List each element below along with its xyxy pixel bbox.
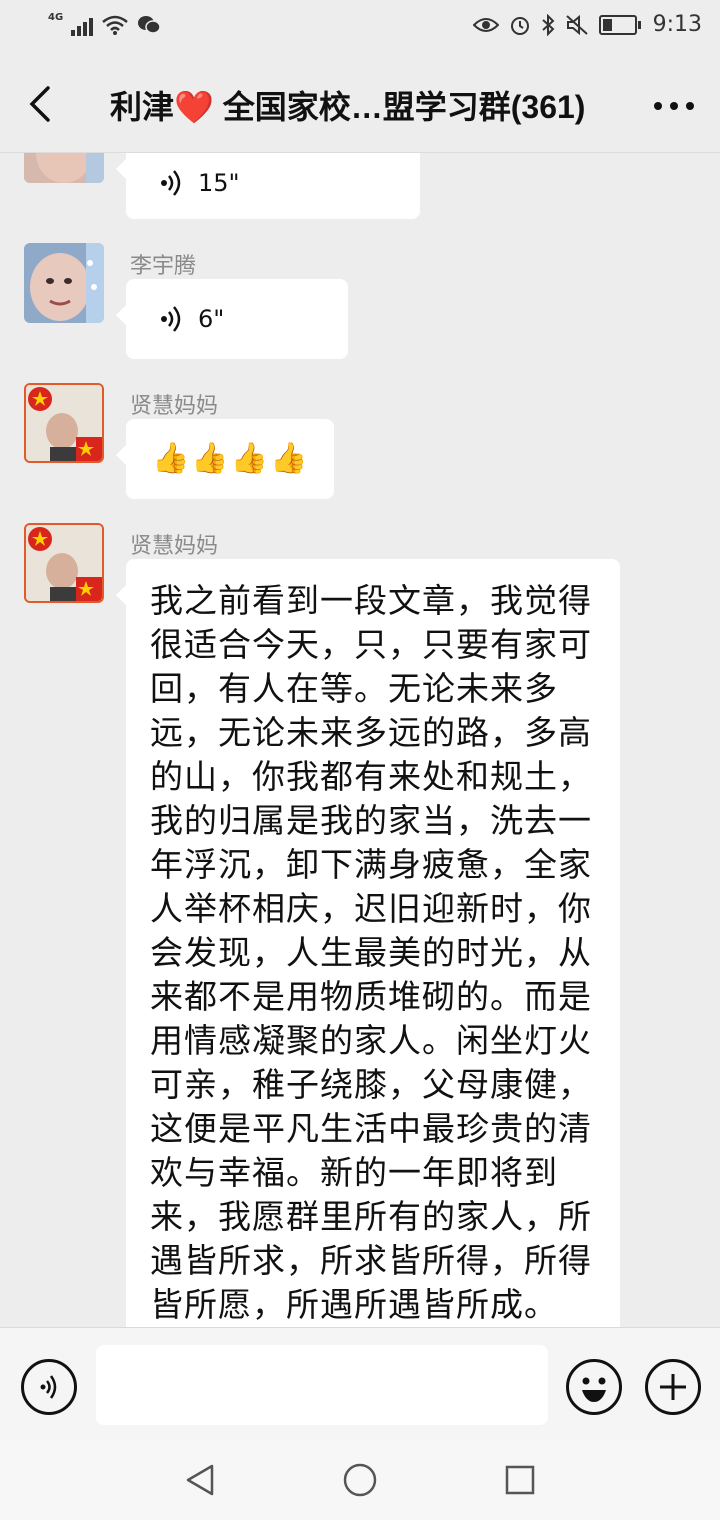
- wechat-notification-icon: [138, 16, 161, 34]
- back-button[interactable]: [22, 80, 62, 128]
- voice-input-button[interactable]: [21, 1359, 77, 1415]
- voice-duration: 15": [198, 169, 240, 197]
- add-button[interactable]: [645, 1359, 701, 1415]
- plus-icon: [660, 1374, 686, 1400]
- system-nav-bar: [0, 1440, 720, 1520]
- battery-icon: [598, 14, 641, 35]
- eye-icon: [472, 17, 499, 32]
- emoji-icon: [582, 1377, 606, 1402]
- avatar[interactable]: [24, 523, 104, 603]
- wifi-icon: [102, 15, 128, 35]
- emoji-button[interactable]: [566, 1359, 622, 1415]
- nav-recents-button[interactable]: [500, 1460, 540, 1504]
- avatar-image: [26, 385, 102, 461]
- circle-home-icon: [343, 1463, 377, 1497]
- avatar[interactable]: [24, 383, 104, 463]
- chat-header: 利津❤️ 全国家校…盟学习群(361): [0, 56, 720, 153]
- chevron-left-icon: [29, 86, 50, 122]
- avatar-image: [24, 243, 104, 323]
- signal-icon: [71, 14, 94, 36]
- nav-home-button[interactable]: [340, 1460, 380, 1504]
- status-right: 9:13: [472, 12, 702, 37]
- text-message[interactable]: 我之前看到一段文章，我觉得很适合今天，只，只要有家可回，有人在等。无论未来多远，…: [116, 559, 620, 1327]
- sender-name: 李宇腾: [130, 254, 197, 279]
- status-bar: 4G 9:13: [0, 0, 720, 56]
- network-type: 4G: [48, 11, 64, 23]
- status-left: 4G: [48, 11, 161, 36]
- voice-wave-icon: [161, 306, 181, 332]
- emoji-message[interactable]: 👍👍👍👍: [116, 419, 334, 499]
- voice-duration: 6": [198, 305, 225, 333]
- emoji-content: 👍👍👍👍: [152, 441, 310, 476]
- square-recents-icon: [505, 1465, 535, 1495]
- voice-message[interactable]: 15": [116, 153, 420, 219]
- bluetooth-icon: [541, 13, 555, 36]
- mute-icon: [565, 14, 588, 35]
- avatar[interactable]: [24, 243, 104, 323]
- avatar-image: [26, 525, 102, 601]
- clock: 9:13: [652, 12, 702, 37]
- message-list[interactable]: 15" 李宇腾 6" 贤慧妈妈 👍👍👍👍 贤慧妈妈 我之前看到一段文章，我觉得很…: [0, 153, 720, 1327]
- more-icon: [654, 102, 694, 110]
- alarm-icon: [510, 16, 529, 35]
- avatar-image: [24, 153, 104, 183]
- voice-message[interactable]: 6": [116, 279, 348, 359]
- avatar[interactable]: [24, 153, 104, 183]
- triangle-back-icon: [186, 1464, 214, 1496]
- input-bar: [0, 1327, 720, 1441]
- voice-icon: [40, 1375, 57, 1399]
- message-input[interactable]: [96, 1345, 548, 1425]
- sender-name: 贤慧妈妈: [130, 394, 219, 419]
- more-button[interactable]: [650, 86, 698, 126]
- nav-back-button[interactable]: [180, 1460, 220, 1504]
- voice-wave-icon: [161, 170, 181, 196]
- message-text: 我之前看到一段文章，我觉得很适合今天，只，只要有家可回，有人在等。无论未来多远，…: [150, 581, 592, 1324]
- sender-name: 贤慧妈妈: [130, 534, 219, 559]
- group-title: 利津❤️ 全国家校…盟学习群(361): [110, 89, 586, 125]
